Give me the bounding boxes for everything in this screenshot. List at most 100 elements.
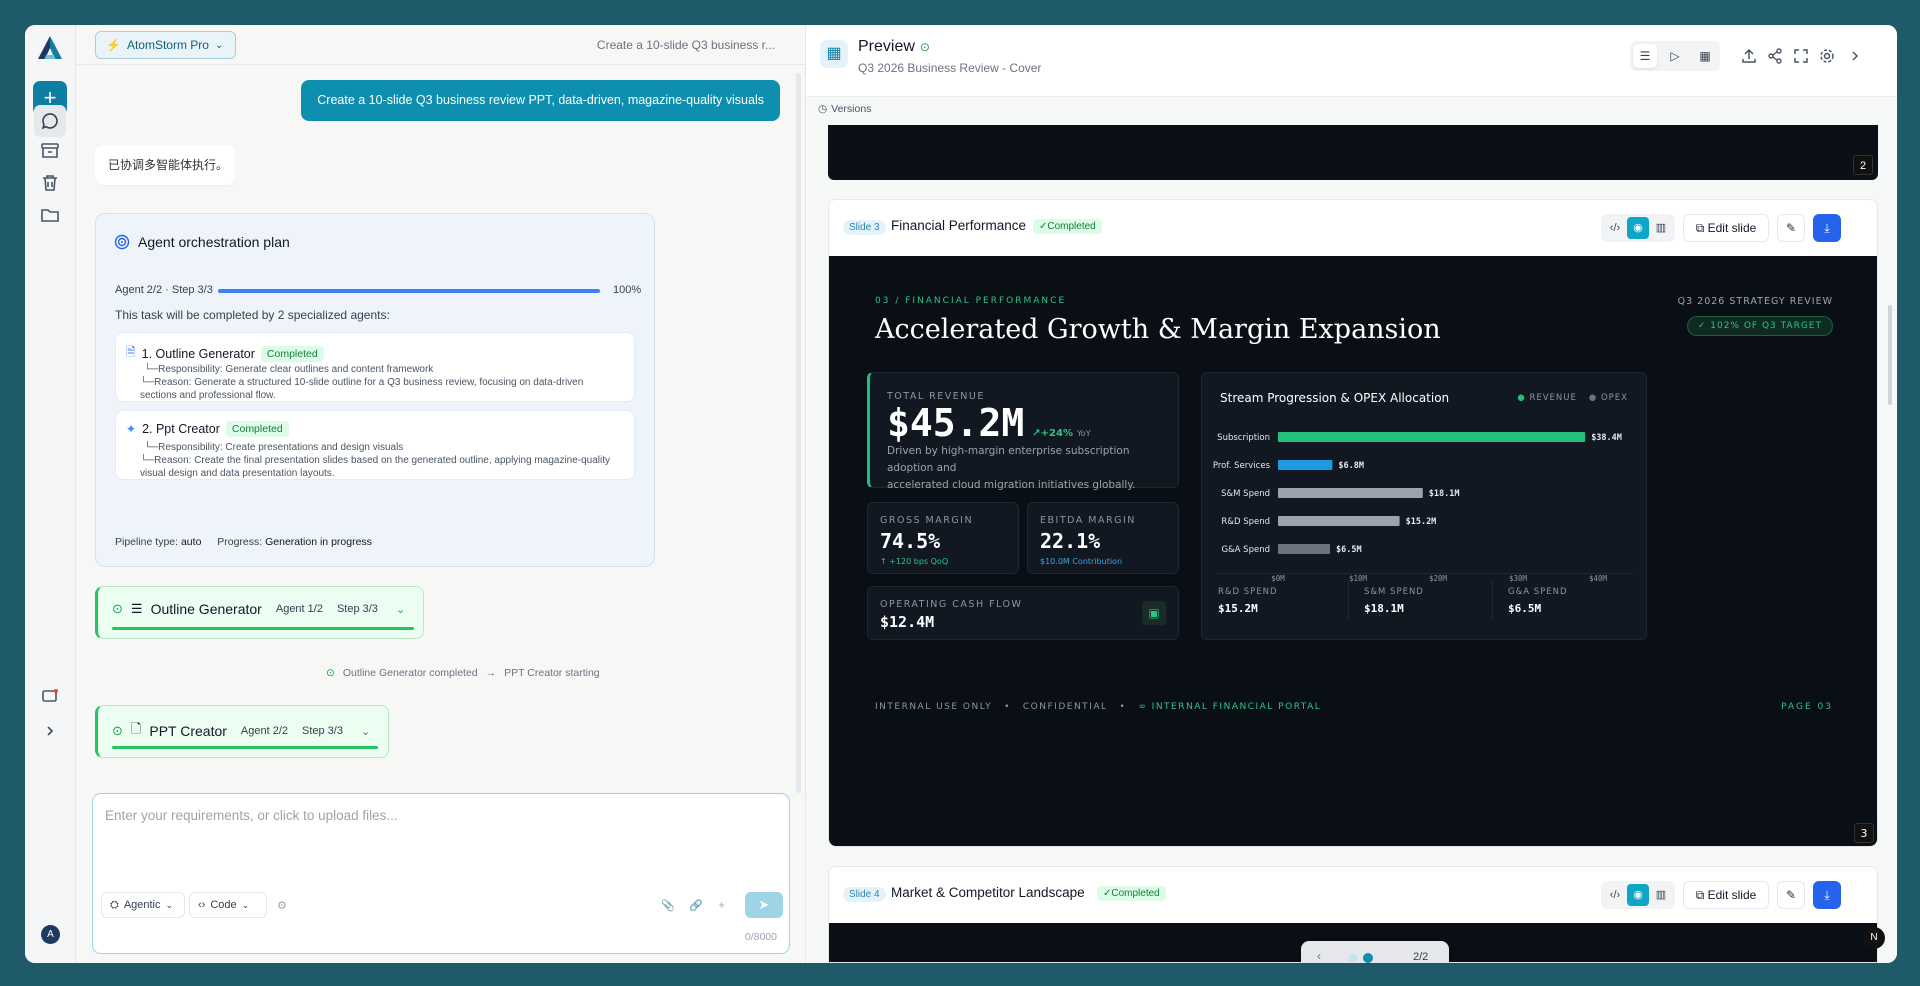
agent-responsibility: └─Responsibility: Generate clear outline… [144, 364, 434, 375]
preview-title-row: Preview ⊙ [858, 38, 930, 56]
slide-card-header: Slide 3 Financial Performance ✓Completed… [829, 200, 1877, 256]
orchestration-plan-card: Agent orchestration plan Agent 2/2 · Ste… [95, 213, 655, 567]
transition-to: PPT Creator starting [504, 667, 600, 679]
share-icon [1768, 48, 1782, 64]
archive-nav-button[interactable] [38, 139, 62, 163]
step-name: Outline Generator [150, 601, 262, 617]
slide-tag: Slide 3 [843, 220, 886, 235]
category-label: R&D Spend [1221, 517, 1270, 527]
chat-scrollbar[interactable] [796, 73, 801, 793]
slide-canvas: 03 / FINANCIAL PERFORMANCE Accelerated G… [829, 256, 1877, 846]
settings-button[interactable] [1818, 47, 1836, 65]
edit-slide-label: Edit slide [1707, 221, 1757, 235]
folder-nav-button[interactable] [38, 203, 62, 227]
agent-responsibility: └─Responsibility: Create presentations a… [144, 442, 404, 453]
message-icon [42, 689, 58, 702]
page-counter: 2/2 [1413, 951, 1429, 963]
page-dot[interactable] [1349, 954, 1357, 962]
split-view-button[interactable]: ▥ [1650, 217, 1672, 239]
category-label: G&A Spend [1221, 545, 1270, 555]
page-dot-active[interactable] [1363, 953, 1373, 963]
fullscreen-button[interactable] [1792, 47, 1810, 65]
footer-portal-link: ∞ INTERNAL FINANCIAL PORTAL [1138, 702, 1322, 712]
plan-header: Agent orchestration plan [114, 234, 290, 250]
dot-separator: • [1004, 702, 1011, 712]
category-label: Prof. Services [1213, 461, 1271, 471]
mode-selector[interactable]: ⛭ Agentic ⌄ [101, 892, 185, 918]
view-toggle: ☰ ▷ ▦ [1630, 41, 1720, 71]
link-icon: 🔗 [689, 899, 703, 912]
magic-button[interactable]: ✦ [711, 892, 737, 918]
preview-view-button[interactable]: ◉ [1627, 884, 1649, 906]
legend-item-revenue: ● REVENUE [1517, 393, 1577, 403]
code-view-button[interactable]: ‹/› [1604, 217, 1626, 239]
divider [1216, 573, 1634, 574]
composer-input[interactable]: Enter your requirements, or click to upl… [105, 808, 398, 823]
bar [1278, 432, 1586, 442]
app-logo-icon [38, 36, 62, 59]
x-tick-label: $0M [1271, 574, 1285, 583]
preview-view-button[interactable]: ◉ [1627, 217, 1649, 239]
bar-value-label: $6.8M [1338, 461, 1364, 471]
settings-button[interactable]: ⚙ [271, 892, 297, 918]
n-badge[interactable]: N [1863, 927, 1885, 949]
slide-view-toggle: ‹/› ◉ ▥ [1601, 881, 1675, 909]
preview-scrollbar[interactable] [1888, 305, 1892, 405]
step-outline-generator[interactable]: ⊙ ☰ Outline Generator Agent 1/2 Step 3/3… [95, 586, 424, 639]
chevron-down-icon: ⌄ [165, 899, 174, 910]
ebitda-note: $10.0M Contribution [1040, 557, 1123, 566]
cash-icon: ▣ [1142, 601, 1166, 625]
slide-name: Market & Competitor Landscape [891, 885, 1085, 900]
edit-slide-button[interactable]: ⧉ Edit slide [1683, 881, 1769, 909]
composer[interactable]: Enter your requirements, or click to upl… [92, 793, 790, 954]
prev-page-button[interactable]: ‹ [1317, 949, 1321, 963]
collapse-panel-button[interactable] [1846, 47, 1864, 65]
pencil-icon: ✎ [1785, 221, 1797, 235]
send-button[interactable]: ➤ [745, 892, 783, 918]
list-view-button[interactable]: ☰ [1633, 44, 1657, 68]
step-header: ⊙ 🗋 PPT Creator Agent 2/2 Step 3/3 ⌄ [112, 720, 370, 742]
download-button[interactable]: ⤓ [1813, 214, 1841, 242]
versions-link[interactable]: ◷ Versions [818, 103, 871, 115]
step-count: Step 3/3 [336, 603, 378, 615]
code-selector[interactable]: ‹› Code ⌄ [189, 892, 267, 918]
code-view-button[interactable]: ‹/› [1604, 884, 1626, 906]
chat-nav-button[interactable] [34, 105, 66, 137]
expand-sidebar-button[interactable] [38, 719, 62, 743]
agent-name-row: 🗎 1. Outline Generator Completed [126, 343, 324, 364]
progress-state-label: Progress: [217, 536, 263, 548]
agent-name: 2. Ppt Creator [142, 422, 220, 436]
grid-view-button[interactable]: ▦ [1693, 44, 1717, 68]
file-icon: 🗋 [130, 721, 142, 736]
chevron-down-icon[interactable]: ⌄ [396, 603, 405, 616]
trash-nav-button[interactable] [38, 171, 62, 195]
chevron-down-icon[interactable]: ⌄ [361, 725, 370, 738]
revenue-desc-line: Driven by high-margin enterprise subscri… [887, 445, 1130, 474]
split-view-button[interactable]: ▥ [1650, 884, 1672, 906]
step-agent: Agent 2/2 [240, 725, 288, 737]
link-button[interactable]: 🔗 [683, 892, 709, 918]
download-button[interactable]: ⤓ [1813, 881, 1841, 909]
plan-progress-bar [218, 289, 600, 293]
step-agent: Agent 1/2 [275, 603, 323, 615]
avatar[interactable]: A [41, 925, 60, 944]
annotate-button[interactable]: ✎ [1777, 881, 1805, 909]
edit-slide-button[interactable]: ⧉ Edit slide [1683, 214, 1769, 242]
step-ppt-creator[interactable]: ⊙ 🗋 PPT Creator Agent 2/2 Step 3/3 ⌄ [95, 705, 389, 758]
app-window: + A ⚡ AtomStorm Pro ⌄ Create a 10-slide … [25, 25, 1897, 963]
attach-button[interactable]: 📎 [655, 892, 681, 918]
feedback-button[interactable] [38, 685, 62, 709]
model-selector[interactable]: ⚡ AtomStorm Pro ⌄ [95, 31, 237, 59]
export-button[interactable] [1740, 47, 1758, 65]
annotate-button[interactable]: ✎ [1777, 214, 1805, 242]
x-tick-label: $40M [1589, 574, 1608, 583]
status-badge: Completed [225, 421, 289, 437]
plan-progress-label: Agent 2/2 · Step 3/3 [115, 284, 213, 296]
play-button[interactable]: ▷ [1663, 44, 1687, 68]
bar-value-label: $6.5M [1336, 545, 1362, 555]
status-badge: ✓Completed [1097, 886, 1166, 901]
target-badge: ✓ 102% OF Q3 TARGET [1686, 316, 1833, 336]
share-button[interactable] [1766, 47, 1784, 65]
slide-name: Financial Performance [891, 218, 1027, 233]
list-icon: ☰ [130, 601, 143, 616]
